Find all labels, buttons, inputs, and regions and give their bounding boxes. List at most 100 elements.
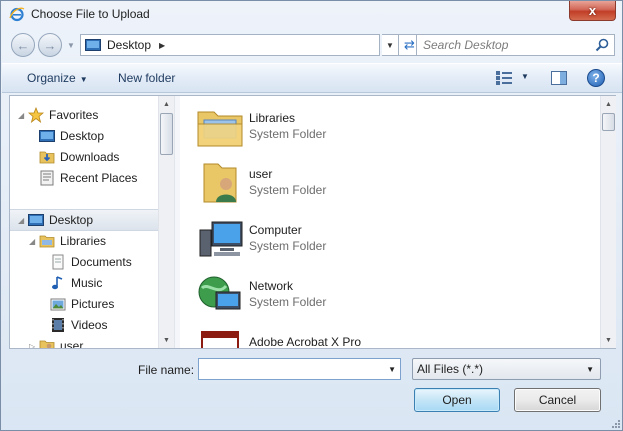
sidebar-item-documents[interactable]: Documents (50, 252, 132, 272)
search-input[interactable] (417, 35, 587, 55)
address-text[interactable]: Desktop (107, 38, 151, 52)
search-box[interactable] (416, 34, 615, 56)
sidebar-item-recent-places[interactable]: Recent Places (39, 168, 137, 188)
ie-icon (9, 7, 25, 22)
file-name-input[interactable] (199, 359, 379, 379)
dialog-footer: File name: ▼ All Files (*.*) ▼ Open Canc… (1, 351, 622, 430)
sidebar-item-favorites[interactable]: ◢ Favorites (18, 105, 99, 125)
file-name: Libraries (249, 111, 296, 125)
sidebar-item-label: Favorites (49, 108, 99, 122)
recent-places-icon (40, 170, 54, 186)
resize-grip-icon[interactable] (610, 418, 620, 428)
file-item-user[interactable]: user System Folder (196, 154, 576, 206)
address-bar[interactable]: Desktop ▶ (80, 34, 380, 56)
sidebar-item-label: Music (71, 276, 103, 290)
file-list-scrollbar[interactable]: ▲ ▼ (600, 96, 616, 348)
sidebar-item-videos[interactable]: Videos (50, 315, 107, 335)
back-arrow-icon: ← (16, 37, 30, 53)
navigation-pane-scrollbar[interactable]: ▲ ▼ (158, 96, 174, 348)
user-folder-icon (39, 340, 55, 348)
desktop-icon (28, 214, 44, 226)
music-icon (52, 276, 63, 290)
file-item-computer[interactable]: Computer System Folder (196, 210, 576, 262)
recent-pages-dropdown[interactable]: ▼ (67, 41, 76, 50)
address-dropdown-button[interactable]: ▼ (382, 34, 399, 56)
view-options-dropdown[interactable]: ▼ (521, 72, 529, 81)
file-type: System Folder (249, 239, 327, 253)
navigation-pane: ◢ Favorites Desktop Downloads Recent Pla… (10, 96, 158, 348)
forward-button[interactable]: → (38, 33, 62, 57)
sidebar-item-downloads[interactable]: Downloads (39, 147, 119, 167)
sidebar-item-music[interactable]: Music (50, 273, 102, 293)
file-type: System Folder (249, 127, 327, 141)
file-name: Adobe Acrobat X Pro (249, 335, 362, 348)
sidebar-item-user[interactable]: ▷ user (29, 336, 84, 348)
collapse-arrow-icon[interactable]: ◢ (29, 237, 35, 246)
sidebar-item-label: Desktop (49, 213, 94, 227)
file-name: Network (249, 279, 294, 293)
chevron-down-icon[interactable]: ▼ (586, 365, 594, 374)
scroll-up-icon[interactable]: ▲ (159, 96, 174, 112)
forward-arrow-icon: → (43, 37, 57, 53)
file-name: user (249, 167, 273, 181)
scrollbar-thumb[interactable] (602, 113, 615, 131)
browser-area: ◢ Favorites Desktop Downloads Recent Pla… (9, 95, 616, 349)
pictures-icon (50, 298, 66, 311)
sidebar-item-libraries[interactable]: ◢ Libraries (29, 231, 107, 251)
documents-icon (52, 254, 64, 270)
chevron-down-icon[interactable]: ▼ (388, 365, 396, 374)
close-button[interactable]: x (569, 1, 616, 21)
sidebar-item-label: Pictures (71, 297, 115, 311)
search-icon[interactable] (595, 38, 609, 52)
open-button[interactable]: Open (414, 388, 500, 412)
file-item-network[interactable]: Network System Folder (196, 266, 576, 318)
title-bar[interactable]: Choose File to Upload x (1, 1, 622, 28)
help-icon[interactable]: ? (587, 69, 605, 87)
sidebar-item-label: user (60, 339, 84, 348)
file-list: Libraries System Folder user System Fold… (180, 96, 600, 348)
collapse-arrow-icon[interactable]: ◢ (18, 216, 24, 225)
file-name-combobox[interactable]: ▼ (198, 358, 401, 380)
user-folder-icon (203, 163, 237, 203)
scroll-down-icon[interactable]: ▼ (601, 332, 616, 348)
desktop-icon (85, 39, 101, 51)
help-glyph: ? (592, 71, 600, 85)
videos-icon (52, 318, 64, 332)
new-folder-label: New folder (118, 71, 176, 85)
sidebar-item-desktop-root[interactable]: ◢ Desktop (18, 210, 94, 230)
close-icon: x (588, 3, 597, 18)
back-button[interactable]: ← (11, 33, 35, 57)
file-type: System Folder (249, 183, 327, 197)
collapse-arrow-icon[interactable]: ◢ (18, 111, 24, 120)
file-name: Computer (249, 223, 302, 237)
file-item-adobe-acrobat[interactable]: Adobe Acrobat X Pro Shortcut (196, 322, 576, 348)
breadcrumb-chevron-icon[interactable]: ▶ (159, 41, 165, 50)
sidebar-item-label: Libraries (60, 234, 107, 248)
expand-arrow-icon[interactable]: ▷ (29, 342, 35, 349)
file-type-filter-value: All Files (*.*) (417, 362, 484, 376)
refresh-icon: ⇄ (404, 37, 415, 52)
file-item-libraries[interactable]: Libraries System Folder (196, 98, 576, 150)
sidebar-item-desktop[interactable]: Desktop (39, 126, 104, 146)
acrobat-shortcut-icon (201, 331, 239, 348)
organize-button[interactable]: Organize ▼ (27, 71, 88, 85)
sidebar-item-pictures[interactable]: Pictures (50, 294, 114, 314)
chevron-down-icon: ▼ (79, 75, 88, 84)
change-view-icon[interactable] (496, 71, 512, 85)
sidebar-item-label: Videos (71, 318, 108, 332)
sidebar-item-label: Documents (71, 255, 132, 269)
scroll-up-icon[interactable]: ▲ (601, 96, 616, 112)
file-type-filter-select[interactable]: All Files (*.*) ▼ (412, 358, 601, 380)
window-title: Choose File to Upload (31, 7, 150, 21)
cancel-button[interactable]: Cancel (514, 388, 601, 412)
chevron-down-icon: ▼ (386, 40, 394, 50)
scroll-down-icon[interactable]: ▼ (159, 332, 174, 348)
scrollbar-thumb[interactable] (160, 113, 173, 155)
cancel-label: Cancel (538, 393, 577, 407)
sidebar-item-label: Desktop (60, 129, 105, 143)
command-toolbar: Organize ▼ New folder ▼ ? (2, 63, 622, 93)
preview-pane-icon[interactable] (551, 71, 567, 85)
libraries-folder-icon (197, 111, 243, 147)
new-folder-button[interactable]: New folder (118, 71, 175, 85)
downloads-folder-icon (39, 151, 55, 164)
